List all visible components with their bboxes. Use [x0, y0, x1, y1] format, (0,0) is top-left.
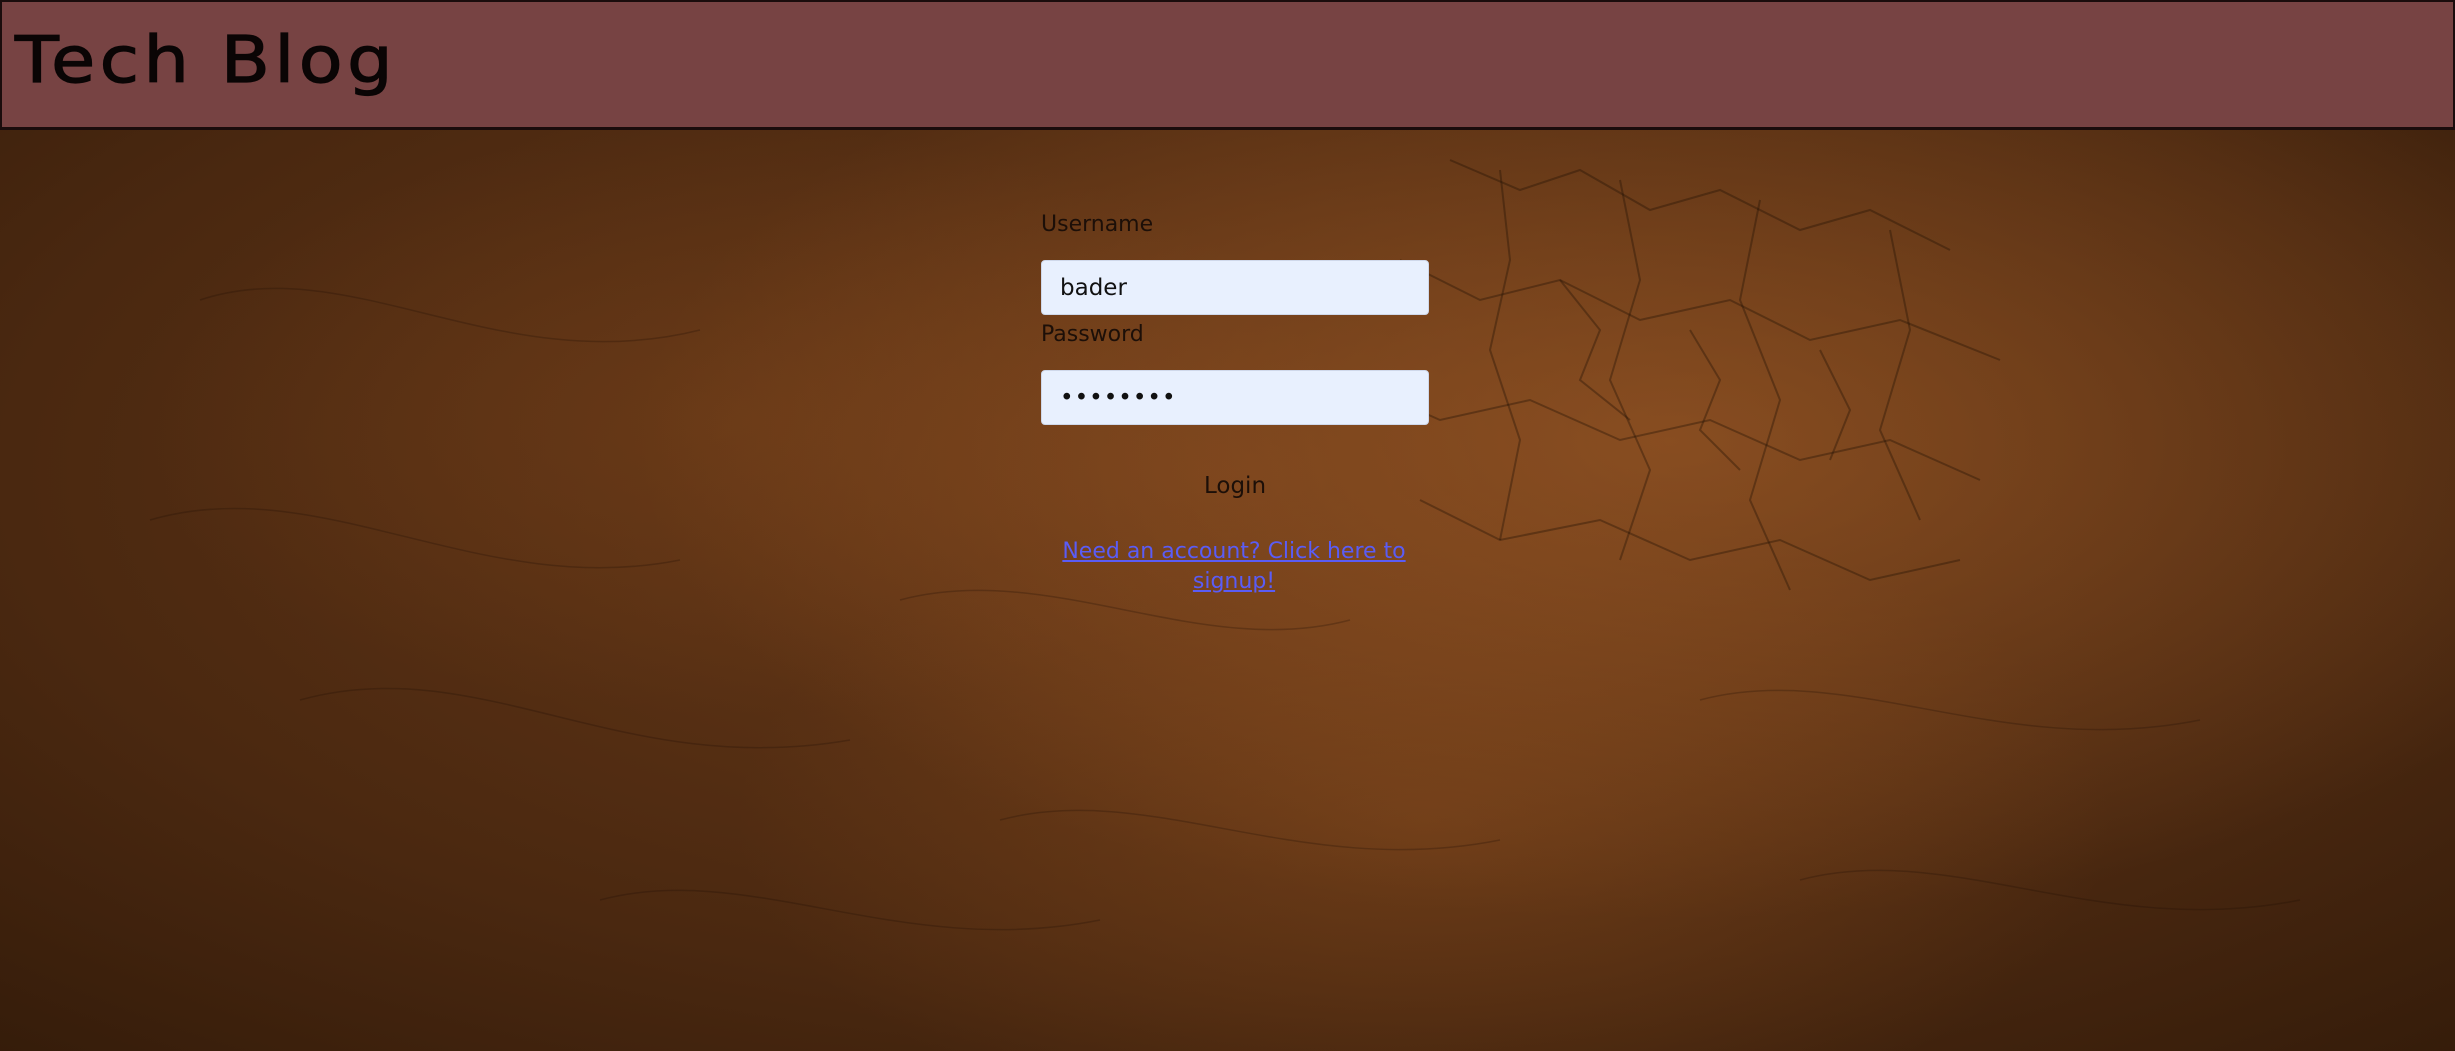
password-label: Password — [1041, 322, 1144, 347]
login-button[interactable]: Login — [1170, 463, 1300, 509]
signup-link[interactable]: Need an account? Click here to signup! — [1030, 537, 1438, 597]
password-input[interactable] — [1041, 370, 1429, 425]
username-input[interactable] — [1041, 260, 1429, 315]
leather-background-texture — [149, 159, 2301, 931]
username-label: Username — [1041, 212, 1154, 237]
site-header: Tech Blog — [0, 0, 2455, 130]
site-title[interactable]: Tech Blog — [14, 16, 397, 106]
